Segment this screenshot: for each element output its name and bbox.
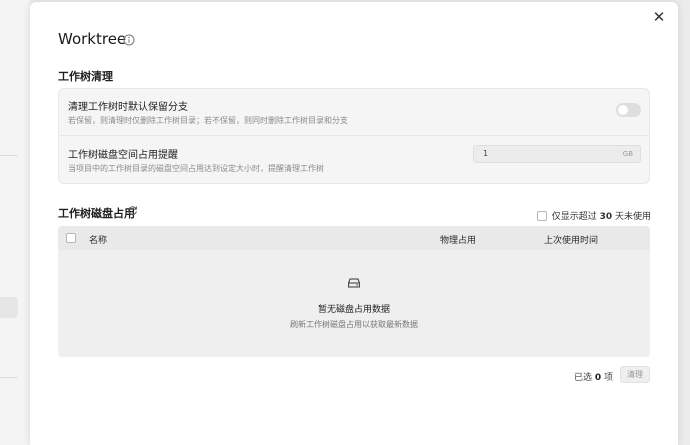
dialog-title: Worktree: [58, 30, 127, 48]
table-header: 名称 物理占用 上次使用时间: [58, 226, 650, 250]
keep-branch-description: 若保留，则清理时仅删除工作树目录；若不保留，则同时删除工作树目录和分支: [68, 116, 348, 125]
disk-alert-unit: GB: [622, 150, 633, 158]
panel-divider: [59, 135, 649, 136]
usage-section-title: 工作树磁盘占用: [58, 207, 135, 220]
disk-alert-value: 1: [483, 149, 489, 158]
background-divider: [0, 155, 18, 156]
selected-count: 已选 0 项: [574, 373, 614, 383]
column-physical-size[interactable]: 物理占用: [440, 233, 476, 246]
background-selected-item: [0, 297, 18, 318]
empty-state-title: 暂无磁盘占用数据: [317, 305, 390, 315]
cleanup-section-title: 工作树清理: [58, 70, 113, 83]
drive-icon: [348, 278, 360, 288]
empty-state-description: 刷新工作树磁盘占用以获取最新数据: [290, 320, 418, 329]
close-icon[interactable]: ✕: [650, 8, 668, 26]
column-name[interactable]: 名称: [89, 233, 107, 246]
info-icon[interactable]: [123, 34, 135, 46]
select-all-checkbox[interactable]: [66, 233, 76, 243]
toggle-knob: [618, 105, 628, 115]
background-sidebar: [0, 0, 30, 445]
unused-filter-checkbox[interactable]: [536, 210, 547, 221]
unused-filter[interactable]: 仅显示超过 30 天未使用: [536, 205, 651, 222]
disk-alert-description: 当项目中的工作树目录的磁盘空间占用达到设定大小时，提醒清理工作树: [68, 164, 324, 173]
column-last-used[interactable]: 上次使用时间: [544, 233, 598, 246]
worktree-dialog: ✕ Worktree 工作树清理 清理工作树时默认保留分支 若保留，则清理时仅删…: [30, 2, 678, 445]
keep-branch-toggle[interactable]: [616, 103, 641, 117]
unused-filter-label: 仅显示超过 30 天未使用: [551, 212, 651, 222]
keep-branch-title: 清理工作树时默认保留分支: [68, 102, 188, 113]
disk-usage-table: 名称 物理占用 上次使用时间 暂无磁盘占用数据 刷新工作树磁盘占用以获取最新数据: [58, 226, 650, 357]
cleanup-settings-panel: 清理工作树时默认保留分支 若保留，则清理时仅删除工作树目录；若不保留，则同时删除…: [58, 88, 650, 184]
disk-alert-input[interactable]: 1 GB: [473, 145, 641, 163]
clean-button[interactable]: 清理: [620, 366, 650, 383]
background-divider: [0, 377, 18, 378]
disk-alert-title: 工作树磁盘空间占用提醒: [68, 150, 178, 161]
refresh-icon[interactable]: [127, 205, 138, 216]
